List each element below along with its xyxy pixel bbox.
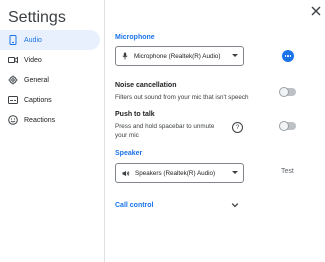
push-to-talk-title: Push to talk <box>115 111 155 118</box>
microphone-icon <box>122 52 128 60</box>
noise-cancellation-description: Filters out sound from your mic that isn… <box>115 94 249 101</box>
call-control-section-title[interactable]: Call control <box>115 202 154 209</box>
help-icon[interactable]: ? <box>232 122 243 133</box>
test-speaker-button[interactable]: Test <box>281 168 294 175</box>
sidebar-item-audio[interactable]: Audio <box>0 30 100 50</box>
speaker-select-value: Speakers (Realtek(R) Audio) <box>135 169 216 177</box>
sidebar-divider <box>104 0 105 262</box>
sidebar-item-label: Audio <box>24 36 42 44</box>
dialog-title: Settings <box>8 9 66 26</box>
noise-cancellation-title: Noise cancellation <box>115 82 177 89</box>
chevron-down-icon[interactable] <box>231 201 239 209</box>
noise-cancellation-toggle[interactable] <box>279 87 296 97</box>
sidebar-item-label: Reactions <box>24 116 56 124</box>
sidebar-item-video[interactable]: Video <box>0 50 104 70</box>
chevron-down-icon <box>232 171 238 174</box>
sidebar-item-general[interactable]: General <box>0 70 104 90</box>
settings-dialog: Settings Audio Video General Captions Re… <box>0 0 325 262</box>
close-icon[interactable] <box>309 4 323 18</box>
chevron-down-icon <box>232 54 238 57</box>
gear-icon <box>8 75 18 85</box>
microphone-select[interactable]: Microphone (Realtek(R) Audio) <box>115 46 244 66</box>
microphone-select-value: Microphone (Realtek(R) Audio) <box>134 52 221 60</box>
push-to-talk-description: Press and hold spacebar to unmute your m… <box>115 123 215 139</box>
more-options-icon[interactable] <box>282 50 294 62</box>
phone-audio-icon <box>8 35 18 45</box>
captions-icon <box>8 95 18 105</box>
sidebar-item-captions[interactable]: Captions <box>0 90 104 110</box>
speaker-section-title: Speaker <box>115 150 143 157</box>
microphone-section-title: Microphone <box>115 34 155 41</box>
sidebar-item-reactions[interactable]: Reactions <box>0 110 104 130</box>
speaker-icon <box>122 170 130 177</box>
camera-icon <box>8 55 18 65</box>
sidebar-item-label: Video <box>24 56 42 64</box>
sidebar-item-label: General <box>24 76 49 84</box>
settings-nav: Audio Video General Captions Reactions <box>0 30 104 130</box>
sidebar-item-label: Captions <box>24 96 52 104</box>
smiley-icon <box>8 115 18 125</box>
push-to-talk-toggle[interactable] <box>279 121 296 131</box>
speaker-select[interactable]: Speakers (Realtek(R) Audio) <box>115 163 244 183</box>
